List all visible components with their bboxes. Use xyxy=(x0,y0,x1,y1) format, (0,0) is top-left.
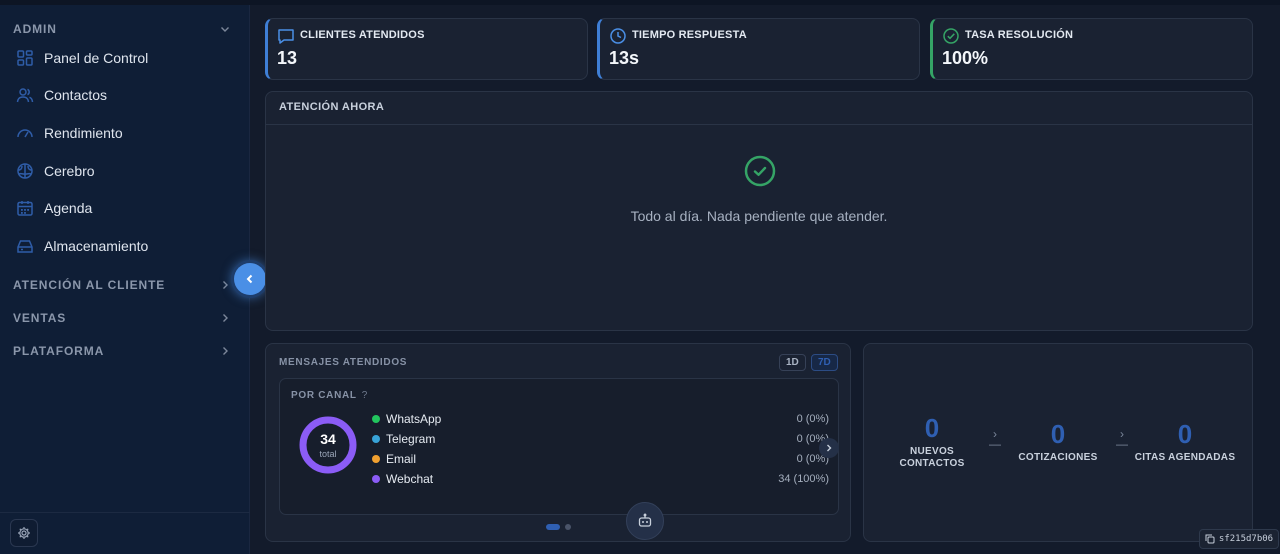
stat-label: TIEMPO RESPUESTA xyxy=(632,29,747,41)
chevron-right-icon xyxy=(219,312,231,324)
stat-value: 100% xyxy=(942,48,989,68)
empty-state-message: Todo al día. Nada pendiente que atender. xyxy=(630,208,888,224)
help-icon[interactable]: ? xyxy=(362,390,368,401)
sidebar-item-cerebro[interactable]: Cerebro xyxy=(16,156,236,186)
sidebar-item-almacenamiento[interactable]: Almacenamiento xyxy=(16,231,236,261)
by-channel-label: POR CANAL xyxy=(291,390,357,401)
section-plataforma[interactable]: PLATAFORMA xyxy=(13,341,231,361)
by-channel-title: POR CANAL? xyxy=(291,390,368,401)
chevron-right-icon xyxy=(219,345,231,357)
check-circle-icon xyxy=(943,28,959,44)
legend-name: WhatsApp xyxy=(386,412,442,426)
sidebar-item-rendimiento[interactable]: Rendimiento xyxy=(16,118,236,148)
storage-icon xyxy=(17,240,33,253)
gear-icon xyxy=(18,527,30,539)
chat-icon xyxy=(278,29,294,44)
pager-dot[interactable] xyxy=(565,524,571,530)
robot-icon xyxy=(638,513,652,527)
legend-name: Webchat xyxy=(386,472,434,486)
funnel-value-citas-agendadas: 0 xyxy=(1177,419,1193,449)
funnel-label-citas-agendadas: CITAS AGENDADAS xyxy=(1134,452,1236,463)
legend-value: 0 (0%) xyxy=(796,413,829,425)
stat-value: 13 xyxy=(277,48,298,68)
panel-title: ATENCIÓN AHORA xyxy=(279,101,385,113)
section-label: VENTAS xyxy=(13,311,67,325)
messages-panel: MENSAJES ATENDIDOS 1D 7D POR CANAL? 34 t… xyxy=(265,343,851,542)
legend-row-whatsapp: WhatsApp 0 (0%) xyxy=(372,411,829,427)
funnel-label-nuevos-contactos: NUEVOS CONTACTOS xyxy=(899,446,965,469)
legend-name: Telegram xyxy=(386,432,436,446)
sidebar-item-label: Cerebro xyxy=(44,163,95,179)
sidebar-item-panel-de-control[interactable]: Panel de Control xyxy=(16,43,236,73)
legend-row-webchat: Webchat 34 (100%) xyxy=(372,471,829,487)
legend-dot xyxy=(372,415,380,423)
funnel-value-cotizaciones: 0 xyxy=(1050,419,1066,449)
stat-card-tiempo-respuesta: TIEMPO RESPUESTA 13s xyxy=(597,18,920,80)
sidebar-item-contactos[interactable]: Contactos xyxy=(16,80,236,110)
funnel-value-nuevos-contactos: 0 xyxy=(924,413,940,443)
range-1d-button[interactable]: 1D xyxy=(779,354,806,371)
assistant-button[interactable] xyxy=(626,502,664,540)
copy-icon xyxy=(1205,534,1215,544)
divider xyxy=(266,124,1252,125)
users-icon xyxy=(16,88,34,103)
panel-title: MENSAJES ATENDIDOS xyxy=(279,357,408,368)
stat-label: CLIENTES ATENDIDOS xyxy=(300,29,425,41)
chevron-left-icon xyxy=(246,274,253,284)
legend-name: Email xyxy=(386,452,417,466)
pager-dot-active[interactable] xyxy=(546,524,560,530)
brain-icon xyxy=(17,163,33,179)
stat-value: 13s xyxy=(609,48,640,68)
gauge-icon xyxy=(17,129,33,138)
settings-button[interactable] xyxy=(10,519,38,547)
collapse-sidebar-button[interactable] xyxy=(234,263,266,295)
build-id: sf215d7b06 xyxy=(1218,534,1274,544)
funnel-arrow-icon: › — xyxy=(1116,427,1128,451)
grid-icon xyxy=(17,50,33,66)
stat-card-clientes-atendidos: CLIENTES ATENDIDOS 13 xyxy=(265,18,588,80)
chevron-down-icon xyxy=(219,23,231,35)
by-channel-card: POR CANAL? 34 total WhatsApp 0 (0%) Tele… xyxy=(279,378,839,515)
legend-dot xyxy=(372,435,380,443)
sidebar-item-label: Contactos xyxy=(44,87,108,103)
section-label: ATENCIÓN AL CLIENTE xyxy=(13,278,166,292)
legend-dot xyxy=(372,455,380,463)
sidebar-item-label: Agenda xyxy=(44,200,93,216)
sidebar-item-label: Panel de Control xyxy=(44,50,149,66)
sidebar-item-agenda[interactable]: Agenda xyxy=(16,193,236,223)
funnel-arrow-icon: › — xyxy=(989,427,1001,451)
funnel-label-cotizaciones: COTIZACIONES xyxy=(1018,452,1098,463)
next-slide-button[interactable] xyxy=(819,438,839,458)
chevron-right-icon xyxy=(827,444,832,452)
range-7d-button[interactable]: 7D xyxy=(811,354,838,371)
check-circle-icon xyxy=(744,155,776,187)
section-label: ADMIN xyxy=(13,22,57,36)
stat-card-tasa-resolucion: TASA RESOLUCIÓN 100% xyxy=(930,18,1253,80)
funnel-panel: 0 NUEVOS CONTACTOS › — 0 COTIZACIONES › — … xyxy=(863,343,1253,542)
legend-value: 34 (100%) xyxy=(778,473,829,485)
clock-icon xyxy=(610,28,626,44)
legend-row-email: Email 0 (0%) xyxy=(372,451,829,467)
sidebar-footer xyxy=(0,512,250,554)
donut-total-label: total xyxy=(319,449,337,459)
section-label: PLATAFORMA xyxy=(13,344,105,358)
build-id-badge[interactable]: sf215d7b06 xyxy=(1199,529,1279,549)
sidebar-item-label: Rendimiento xyxy=(44,125,123,141)
attention-now-panel: ATENCIÓN AHORA Todo al día. Nada pendien… xyxy=(265,91,1253,331)
donut-total: 34 xyxy=(320,431,336,447)
section-ventas[interactable]: VENTAS xyxy=(13,308,231,328)
stat-label: TASA RESOLUCIÓN xyxy=(965,29,1074,41)
section-admin[interactable]: ADMIN xyxy=(13,19,231,39)
section-atencion-al-cliente[interactable]: ATENCIÓN AL CLIENTE xyxy=(13,275,231,295)
sidebar-item-label: Almacenamiento xyxy=(44,238,149,254)
sidebar: ADMIN Panel de Control Contactos Rendimi… xyxy=(0,5,250,554)
legend-dot xyxy=(372,475,380,483)
chevron-right-icon xyxy=(219,279,231,291)
calendar-icon xyxy=(17,201,33,216)
legend-row-telegram: Telegram 0 (0%) xyxy=(372,431,829,447)
